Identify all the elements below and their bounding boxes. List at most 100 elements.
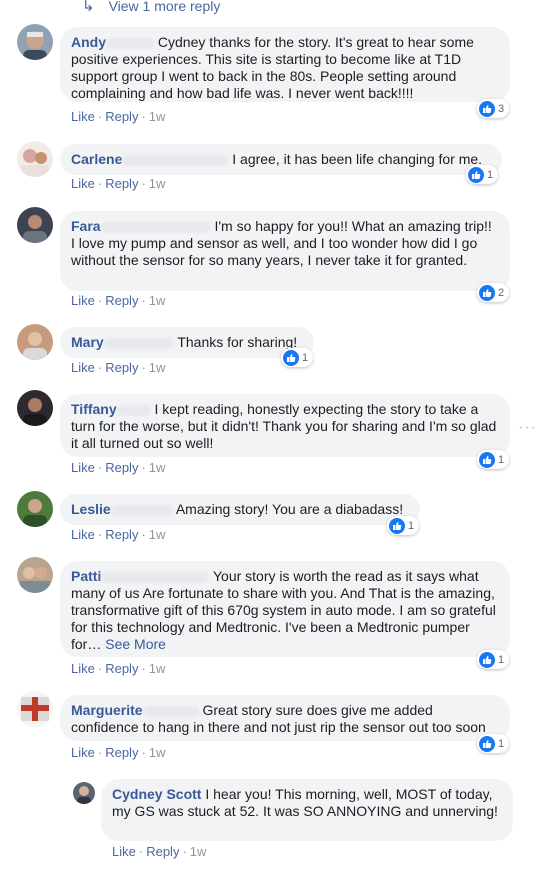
avatar[interactable] — [17, 491, 53, 527]
comment-author[interactable]: Mary — [71, 334, 104, 350]
comment-author[interactable]: Tiffany — [71, 401, 117, 417]
avatar[interactable] — [17, 207, 53, 243]
comment-actions: Like · Reply · 1w — [71, 527, 165, 542]
like-link[interactable]: Like — [71, 360, 95, 375]
comment-author[interactable]: Carlene — [71, 151, 122, 167]
reaction-count[interactable]: 1 — [387, 516, 420, 535]
like-link[interactable]: Like — [71, 176, 95, 191]
comment-bubble: Tiffany I kept reading, honestly expecti… — [60, 394, 510, 457]
like-link[interactable]: Like — [71, 527, 95, 542]
avatar[interactable] — [17, 141, 53, 177]
comment-bubble: Patti Your story is worth the read as it… — [60, 561, 510, 657]
reply-bubble: Cydney Scott I hear you! This morning, w… — [101, 779, 513, 841]
separator: · — [97, 293, 103, 308]
redacted-name — [103, 337, 174, 349]
comment-author[interactable]: Leslie — [71, 501, 111, 517]
comment-time[interactable]: 1w — [149, 176, 166, 191]
like-link[interactable]: Like — [71, 293, 95, 308]
comment-time[interactable]: 1w — [149, 293, 166, 308]
separator: · — [141, 661, 146, 676]
see-more-link[interactable]: See More — [105, 636, 166, 652]
reply-link[interactable]: Reply — [105, 176, 138, 191]
separator: · — [141, 176, 146, 191]
comment-text: I agree, it has been life changing for m… — [232, 151, 483, 167]
reply-link[interactable]: Reply — [105, 745, 138, 760]
reaction-count[interactable]: 1 — [477, 650, 510, 669]
like-link[interactable]: Like — [71, 661, 95, 676]
separator: · — [141, 293, 146, 308]
reply-link[interactable]: Reply — [105, 360, 138, 375]
reaction-count[interactable]: 3 — [477, 99, 510, 118]
comment-bubble: Fara I'm so happy for you!! What an amaz… — [60, 211, 510, 291]
avatar[interactable] — [17, 691, 53, 727]
reaction-count[interactable]: 1 — [466, 165, 499, 184]
comment-author[interactable]: Patti — [71, 568, 101, 584]
reaction-count[interactable]: 1 — [477, 734, 510, 753]
reply-time[interactable]: 1w — [190, 844, 207, 859]
avatar[interactable] — [73, 782, 95, 804]
more-options-icon[interactable]: ··· — [518, 419, 537, 437]
reaction-count-value: 1 — [487, 168, 494, 181]
comment-actions: Like · Reply · 1w — [71, 293, 165, 308]
reply-link[interactable]: Reply — [105, 460, 138, 475]
separator: · — [141, 109, 146, 124]
comment-actions: Like · Reply · 1w — [71, 176, 165, 191]
reply-link[interactable]: Reply — [105, 109, 138, 124]
thumbs-up-icon — [479, 735, 495, 752]
thumbs-up-icon — [479, 100, 495, 117]
comment-text: Amazing story! You are a diabadass! — [175, 501, 404, 517]
thumbs-up-icon — [283, 349, 299, 366]
like-link[interactable]: Like — [71, 109, 95, 124]
reply-author[interactable]: Cydney Scott — [112, 786, 201, 802]
comment-bubble: Mary Thanks for sharing! — [60, 327, 314, 358]
redacted-name — [116, 404, 151, 416]
reaction-count[interactable]: 1 — [477, 450, 510, 469]
thumbs-up-icon — [468, 166, 484, 183]
avatar[interactable] — [17, 390, 53, 426]
comment-bubble: Andy Cydney thanks for the story. It's g… — [60, 27, 510, 102]
comment-time[interactable]: 1w — [149, 661, 166, 676]
reaction-count[interactable]: 1 — [281, 348, 314, 367]
separator: · — [97, 745, 103, 760]
like-link[interactable]: Like — [71, 745, 95, 760]
reaction-count-value: 2 — [498, 286, 505, 299]
reaction-count-value: 1 — [408, 519, 415, 532]
redacted-name — [101, 571, 210, 583]
reaction-count[interactable]: 2 — [477, 283, 510, 302]
redacted-name — [142, 705, 199, 717]
reply-link[interactable]: Reply — [105, 293, 138, 308]
comment-time[interactable]: 1w — [149, 745, 166, 760]
separator: · — [97, 176, 103, 191]
like-link[interactable]: Like — [71, 460, 95, 475]
redacted-name — [106, 37, 154, 49]
thumbs-up-icon — [479, 651, 495, 668]
comment-bubble: Leslie Amazing story! You are a diabadas… — [60, 494, 420, 525]
comment-time[interactable]: 1w — [149, 527, 166, 542]
thumbs-up-icon — [389, 517, 405, 534]
separator: · — [141, 527, 146, 542]
avatar[interactable] — [17, 324, 53, 360]
comment-author[interactable]: Andy — [71, 34, 106, 50]
avatar[interactable] — [17, 557, 53, 593]
comment-actions: Like · Reply · 1w — [71, 360, 165, 375]
separator: · — [97, 460, 103, 475]
view-more-replies[interactable]: ↳ View 1 more reply — [82, 0, 220, 15]
avatar[interactable] — [17, 24, 53, 60]
comment-author[interactable]: Fara — [71, 218, 101, 234]
reply-link[interactable]: Reply — [146, 844, 179, 859]
comment-time[interactable]: 1w — [149, 109, 166, 124]
separator: · — [97, 661, 103, 676]
view-more-label: View 1 more reply — [108, 0, 221, 14]
reply-arrow-icon: ↳ — [82, 0, 95, 15]
reaction-count-value: 1 — [498, 653, 505, 666]
comment-author[interactable]: Marguerite — [71, 702, 143, 718]
reply-link[interactable]: Reply — [105, 527, 138, 542]
reply-link[interactable]: Reply — [105, 661, 138, 676]
reaction-count-value: 1 — [498, 737, 505, 750]
comment-time[interactable]: 1w — [149, 460, 166, 475]
like-link[interactable]: Like — [112, 844, 136, 859]
separator: · — [97, 527, 103, 542]
comment-time[interactable]: 1w — [149, 360, 166, 375]
reaction-count-value: 1 — [302, 351, 309, 364]
separator: · — [141, 460, 146, 475]
